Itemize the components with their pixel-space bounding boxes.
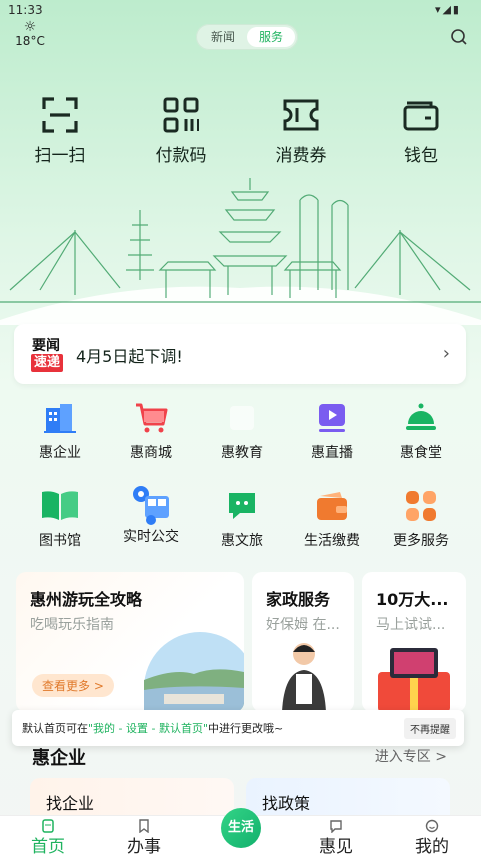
- status-time: 11:33: [8, 3, 43, 17]
- dont-remind-button[interactable]: 不再提醒: [404, 718, 456, 739]
- service-label: 实时公交: [123, 529, 179, 545]
- nav-home[interactable]: 首页: [8, 818, 88, 855]
- travel-guide-card[interactable]: 惠州游玩全攻略 吃喝玩乐指南 查看更多 >: [16, 572, 244, 712]
- prize-card[interactable]: 10万大... 马上试试...: [362, 572, 466, 712]
- service-education[interactable]: 惠教育: [194, 400, 290, 462]
- service-live[interactable]: 惠直播: [284, 400, 380, 462]
- wallet-button[interactable]: 钱包: [376, 95, 466, 166]
- service-bill-pay[interactable]: 生活缴费: [284, 488, 380, 550]
- wallet-label: 钱包: [404, 146, 438, 166]
- card-title: 10万大...: [376, 590, 449, 609]
- service-grid: 惠企业 惠商城 惠教育 惠直播 惠食堂 图书馆 实时公交 惠文旅 生活缴费 更多…: [0, 400, 481, 560]
- toast-path-highlight: "我的 - 设置 - 默认首页": [88, 722, 209, 735]
- service-label: 生活缴费: [304, 533, 360, 549]
- cart-icon: [136, 403, 168, 433]
- play-icon: [319, 404, 345, 432]
- service-more[interactable]: 更多服务: [373, 488, 469, 550]
- pay-code-button[interactable]: 付款码: [136, 95, 226, 166]
- service-label: 惠商城: [130, 445, 172, 461]
- home-icon: [42, 819, 54, 833]
- chevron-right-icon: ›: [442, 343, 450, 364]
- service-label: 惠直播: [311, 445, 353, 461]
- nav-label: 办事: [127, 837, 161, 855]
- status-bar: 11:33 ▾◢▮: [0, 0, 481, 20]
- nav-benefits[interactable]: 惠见: [296, 818, 376, 855]
- weather-temp: 18°C: [15, 34, 45, 48]
- coupon-button[interactable]: 消费券: [256, 95, 346, 166]
- sun-icon: ☼: [23, 19, 37, 35]
- message-icon: [330, 820, 342, 834]
- top-actions: 扫一扫 付款码 消费券 钱包: [0, 95, 481, 166]
- section-title: 惠企业: [32, 748, 86, 769]
- service-canteen[interactable]: 惠食堂: [373, 400, 469, 462]
- sub-card-title: 找企业: [46, 794, 95, 813]
- tab-news[interactable]: 新闻: [199, 27, 247, 47]
- qr-pay-icon: [163, 97, 199, 133]
- city-skyline-illustration: [0, 178, 481, 325]
- gift-box-image: [378, 648, 450, 712]
- nav-affairs[interactable]: 办事: [104, 818, 184, 855]
- life-icon: 生活: [227, 820, 254, 835]
- nav-label: 我的: [415, 837, 449, 855]
- news-banner[interactable]: 要闻 速递 4月5日起下调! ›: [14, 324, 466, 384]
- pay-code-label: 付款码: [155, 146, 207, 166]
- toast-message: 默认首页可在"我的 - 设置 - 默认首页"中进行更改哦~: [22, 720, 283, 736]
- housekeeping-card[interactable]: 家政服务 好保姆 在...: [252, 572, 354, 712]
- enter-zone-link[interactable]: 进入专区 >: [375, 746, 447, 766]
- building-icon: [44, 404, 76, 433]
- coupon-label: 消费券: [275, 146, 327, 166]
- nav-label: 首页: [31, 837, 65, 855]
- service-label: 惠企业: [39, 445, 81, 461]
- bookmark-icon: [139, 819, 149, 834]
- housekeeper-image: [282, 643, 326, 712]
- toast-text-after: 中进行更改哦~: [208, 722, 284, 735]
- tab-service[interactable]: 服务: [247, 27, 295, 47]
- news-tag-top: 要闻: [32, 338, 60, 354]
- book-icon: [42, 491, 78, 520]
- status-icons: ▾◢▮: [434, 3, 461, 16]
- service-library[interactable]: 图书馆: [12, 488, 108, 550]
- wallet-icon: [403, 101, 439, 131]
- nav-label: 惠见: [319, 837, 353, 855]
- card-title: 家政服务: [266, 590, 331, 609]
- bus-icon: [133, 486, 169, 525]
- card-subtitle: 马上试试...: [376, 617, 446, 633]
- service-label: 惠文旅: [221, 533, 263, 549]
- scan-button[interactable]: 扫一扫: [15, 95, 105, 166]
- default-home-toast: 默认首页可在"我的 - 设置 - 默认首页"中进行更改哦~ 不再提醒: [12, 710, 464, 746]
- service-culture-travel[interactable]: 惠文旅: [194, 488, 290, 550]
- nav-life-button[interactable]: 生活: [221, 808, 261, 848]
- education-icon: [230, 406, 254, 430]
- scenery-image: [144, 632, 244, 712]
- wallet-fee-icon: [317, 492, 347, 520]
- service-label: 惠教育: [221, 445, 263, 461]
- news-service-toggle: 新闻 服务: [196, 24, 298, 50]
- scan-label: 扫一扫: [34, 146, 86, 166]
- dish-icon: [406, 403, 436, 430]
- chat-icon: [229, 493, 255, 519]
- card-title: 惠州游玩全攻略: [30, 590, 143, 609]
- service-enterprise[interactable]: 惠企业: [12, 400, 108, 462]
- service-label: 惠食堂: [400, 445, 442, 461]
- news-tag-bottom: 速递: [31, 354, 64, 372]
- service-bus[interactable]: 实时公交: [103, 484, 199, 546]
- view-more-button[interactable]: 查看更多 >: [32, 674, 114, 697]
- profile-icon: [425, 819, 439, 833]
- nav-mine[interactable]: 我的: [392, 818, 472, 855]
- coupon-icon: [283, 99, 319, 131]
- service-mall[interactable]: 惠商城: [103, 400, 199, 462]
- sub-card-title: 找政策: [262, 794, 311, 813]
- toast-text-before: 默认首页可在: [22, 722, 88, 735]
- card-subtitle: 吃喝玩乐指南: [30, 617, 114, 633]
- service-label: 图书馆: [39, 533, 81, 549]
- weather-widget[interactable]: ☼ 18°C: [10, 20, 50, 48]
- news-headline: 4月5日起下调!: [76, 347, 183, 366]
- search-icon[interactable]: [449, 27, 469, 47]
- grid-more-icon: [406, 491, 436, 521]
- scan-icon: [42, 97, 78, 133]
- card-subtitle: 好保姆 在...: [266, 617, 340, 633]
- service-label: 更多服务: [393, 533, 449, 549]
